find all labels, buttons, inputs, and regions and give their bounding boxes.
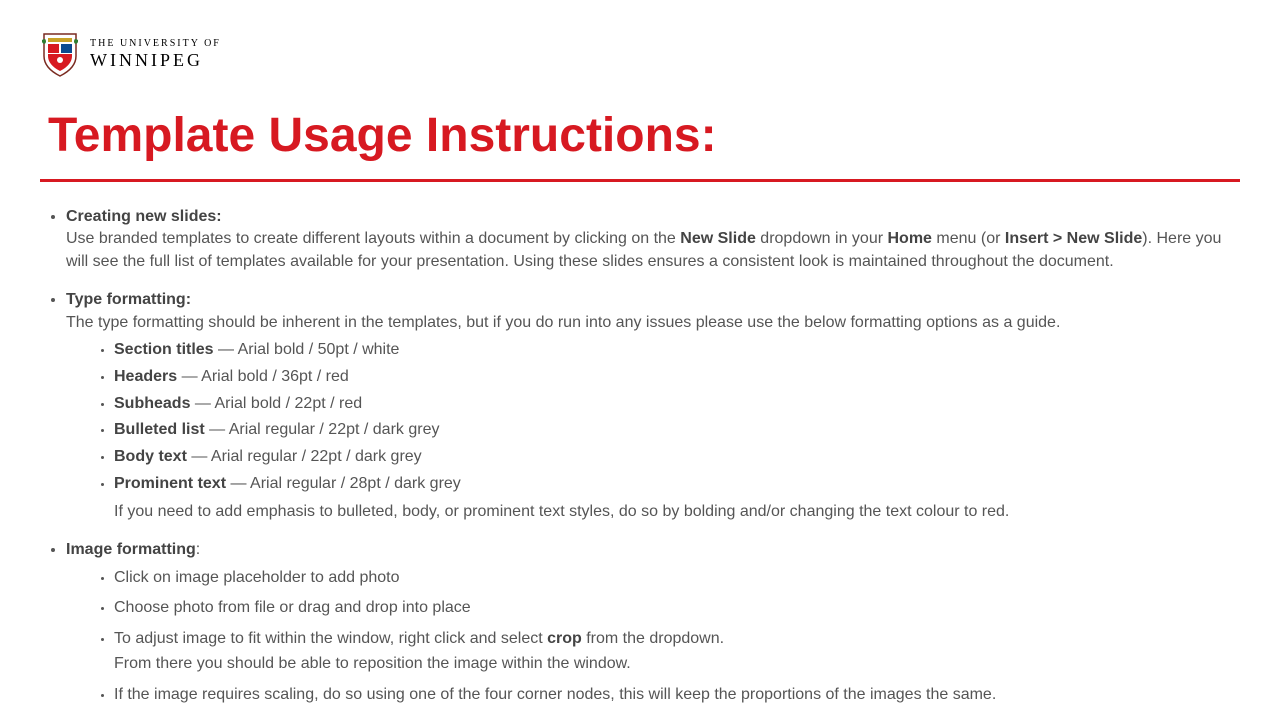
list-item: Headers — Arial bold / 36pt / red	[114, 365, 1240, 390]
list-item: Subheads — Arial bold / 22pt / red	[114, 392, 1240, 417]
crest-icon	[40, 30, 80, 78]
section-image-formatting: Image formatting: Click on image placeho…	[66, 539, 1240, 707]
list-item: Prominent text — Arial regular / 28pt / …	[114, 472, 1240, 497]
typefmt-intro: The type formatting should be inherent i…	[66, 314, 1060, 331]
list-item: Section titles — Arial bold / 50pt / whi…	[114, 338, 1240, 363]
list-item: Bulleted list — Arial regular / 22pt / d…	[114, 418, 1240, 443]
university-logo: THE UNIVERSITY OF WINNIPEG	[40, 30, 1240, 78]
content-list: Creating new slides: Use branded templat…	[40, 206, 1240, 708]
section-type-formatting: Type formatting: The type formatting sho…	[66, 289, 1240, 523]
title-rule	[40, 179, 1240, 182]
list-item: Choose photo from file or drag and drop …	[114, 596, 1240, 621]
logo-text: THE UNIVERSITY OF WINNIPEG	[90, 39, 221, 69]
typefmt-note: If you need to add emphasis to bulleted,…	[114, 501, 1240, 523]
typefmt-list: Section titles — Arial bold / 50pt / whi…	[66, 338, 1240, 497]
slide: THE UNIVERSITY OF WINNIPEG Template Usag…	[0, 0, 1280, 720]
creating-lead: Creating new slides:	[66, 208, 222, 225]
list-item: Body text — Arial regular / 22pt / dark …	[114, 445, 1240, 470]
logo-line2: WINNIPEG	[90, 51, 221, 69]
list-item: If the image requires scaling, do so usi…	[114, 683, 1240, 708]
list-item: Click on image placeholder to add photo	[114, 566, 1240, 591]
typefmt-lead: Type formatting:	[66, 291, 191, 308]
section-creating: Creating new slides: Use branded templat…	[66, 206, 1240, 273]
logo-line1: THE UNIVERSITY OF	[90, 39, 221, 49]
imagefmt-list: Click on image placeholder to add photo …	[66, 566, 1240, 708]
creating-body: Use branded templates to create differen…	[66, 230, 1221, 269]
list-item: To adjust image to fit within the window…	[114, 627, 1240, 677]
slide-title: Template Usage Instructions:	[48, 108, 1240, 163]
imagefmt-lead: Image formatting	[66, 541, 196, 558]
